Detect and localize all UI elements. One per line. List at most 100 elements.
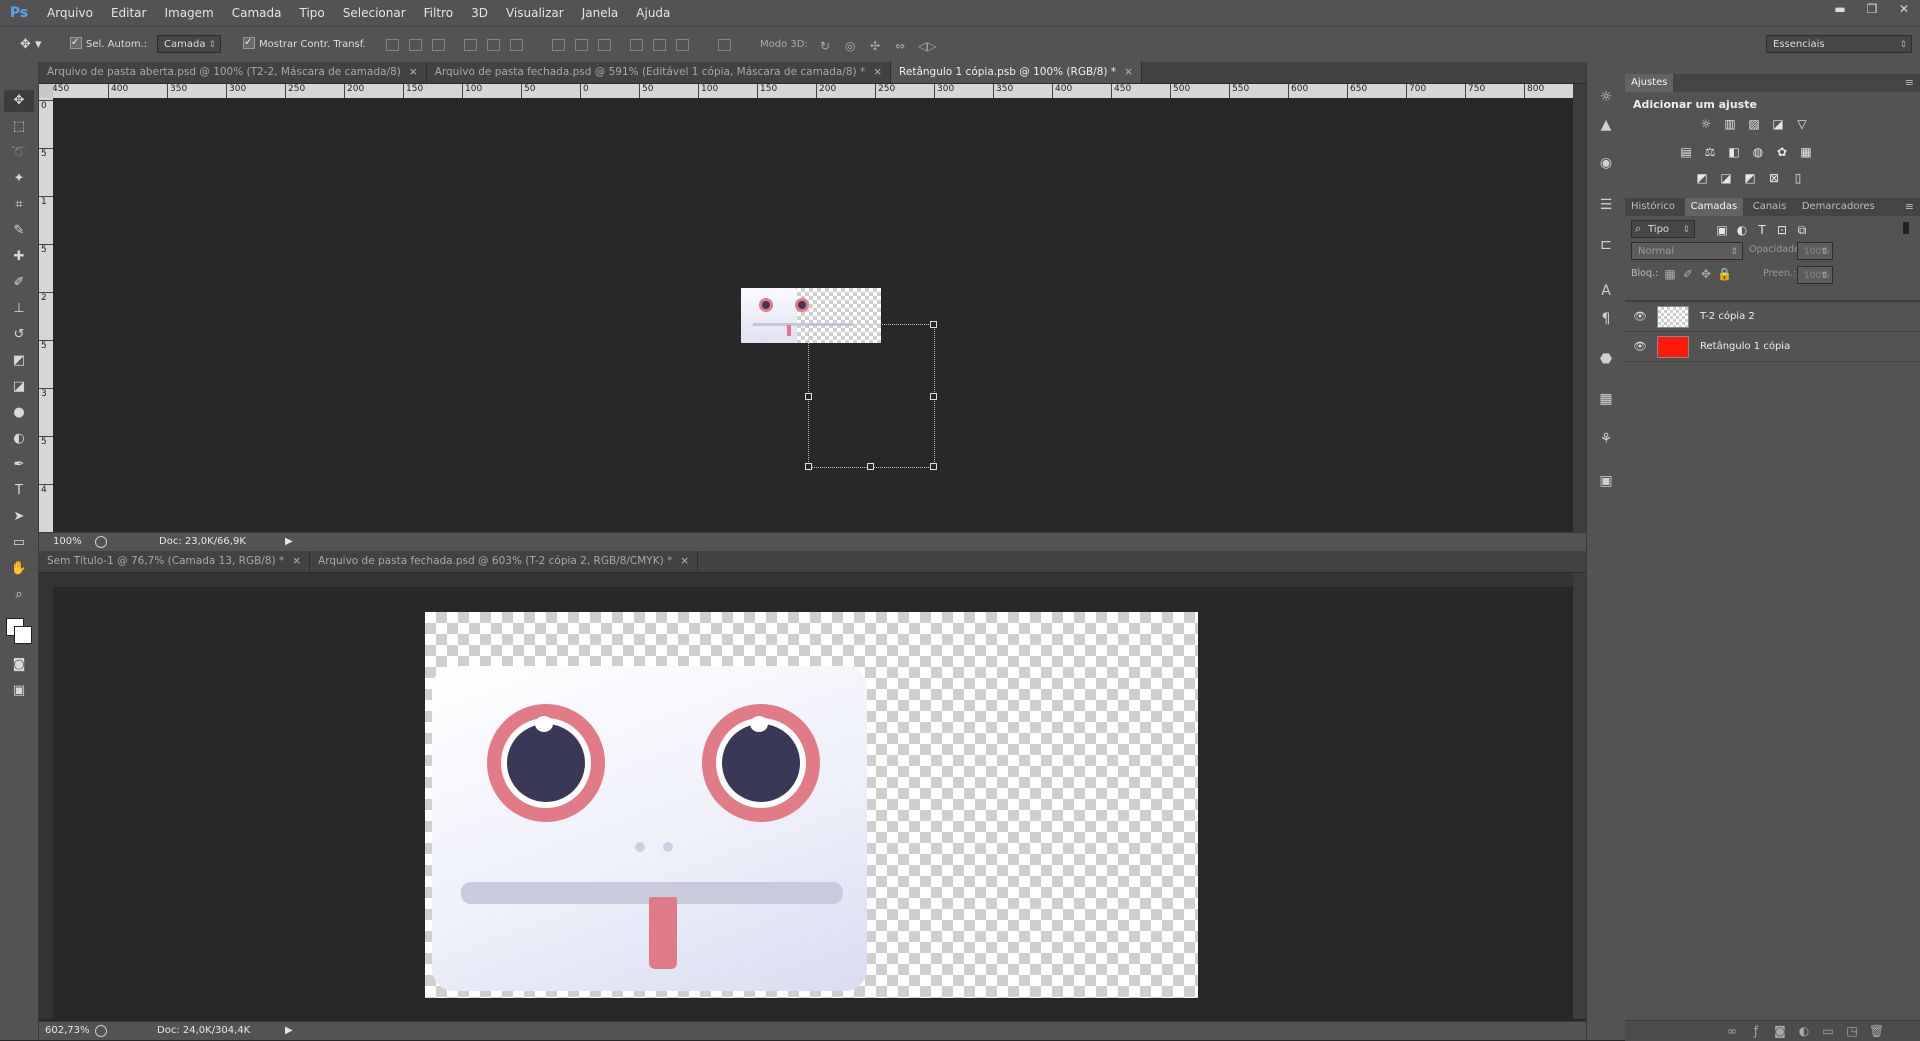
eraser-tool-icon[interactable]: ◩ [4, 350, 34, 372]
align-top-icon[interactable] [386, 39, 399, 51]
tab-doc-sem-titulo[interactable]: Sem Título-1 @ 76,7% (Camada 13, RGB/8) … [39, 551, 311, 572]
distribute-vcenter-icon[interactable] [575, 39, 588, 51]
timeline-panel-icon[interactable]: ▦ [1595, 388, 1617, 410]
tab-camadas[interactable]: Camadas [1684, 198, 1744, 216]
crop-tool-icon[interactable]: ⌗ [4, 194, 34, 216]
zoomed-document-canvas[interactable] [425, 612, 1198, 998]
menu-tipo[interactable]: Tipo [291, 0, 334, 26]
actions-panel-icon[interactable]: ▣ [1595, 470, 1617, 492]
filter-pixel-icon[interactable]: ▣ [1715, 224, 1729, 236]
distribute-right-icon[interactable] [676, 39, 689, 51]
transform-handle[interactable] [930, 393, 937, 400]
menu-arquivo[interactable]: Arquivo [38, 0, 102, 26]
paint-bucket-tool-icon[interactable]: ◪ [4, 376, 34, 398]
vibrance-adjust-icon[interactable]: ▽ [1795, 118, 1809, 130]
align-bottom-icon[interactable] [432, 39, 445, 51]
top-canvas-area[interactable] [53, 98, 1573, 532]
levels-adjust-icon[interactable]: ▥ [1723, 118, 1737, 130]
show-transform-checkbox[interactable]: Mostrar Contr. Transf. [243, 34, 366, 54]
menu-filtro[interactable]: Filtro [415, 0, 462, 26]
bottom-vertical-scrollbar[interactable] [1573, 573, 1586, 1019]
bw-adjust-icon[interactable]: ◧ [1727, 146, 1741, 158]
tab-canais[interactable]: Canais [1747, 198, 1793, 216]
panel-menu-icon[interactable]: ≡ [1905, 76, 1914, 89]
quick-mask-icon[interactable]: ◙ [4, 654, 34, 676]
scale-3d-icon[interactable]: ◁▷ [918, 39, 936, 53]
slide-3d-icon[interactable]: ⇔ [895, 39, 905, 53]
pen-tool-icon[interactable]: ✒ [4, 454, 34, 476]
paragraph-styles-icon[interactable]: ⊏ [1595, 234, 1617, 256]
eyedropper-tool-icon[interactable]: ✎ [4, 220, 34, 242]
shape-tool-icon[interactable]: ▭ [4, 532, 34, 554]
align-hcenter-icon[interactable] [487, 39, 500, 51]
menu-imagem[interactable]: Imagem [155, 0, 222, 26]
channel-mixer-adjust-icon[interactable]: ✿ [1775, 146, 1789, 158]
tab-doc-retangulo[interactable]: Retângulo 1 cópia.psb @ 100% (RGB/8) * × [891, 62, 1142, 83]
move-tool-preset-icon[interactable]: ✥ ▾ [20, 36, 42, 54]
color-lookup-adjust-icon[interactable]: ▦ [1799, 146, 1813, 158]
fill-input[interactable]: 100% [1797, 266, 1833, 285]
distribute-top-icon[interactable] [552, 39, 565, 51]
close-tab-icon[interactable]: × [409, 66, 418, 78]
threshold-adjust-icon[interactable]: ◩ [1743, 172, 1757, 184]
filter-shape-icon[interactable]: ⊡ [1775, 224, 1789, 236]
background-color-swatch[interactable] [14, 626, 32, 644]
visibility-eye-icon[interactable]: 👁 [1633, 310, 1647, 323]
bottom-canvas-area[interactable] [53, 587, 1573, 1019]
screen-mode-icon[interactable]: ▣ [4, 680, 34, 702]
auto-select-checkbox[interactable]: Sel. Autom.: [70, 34, 147, 54]
distribute-bottom-icon[interactable] [598, 39, 611, 51]
layer-name[interactable]: T-2 cópia 2 [1700, 302, 1755, 331]
menu-camada[interactable]: Camada [223, 0, 291, 26]
brightness-adjust-icon[interactable]: ☼ [1699, 118, 1713, 130]
gradient-map-adjust-icon[interactable]: ▯ [1791, 172, 1805, 184]
menu-selecionar[interactable]: Selecionar [334, 0, 415, 26]
rotate-3d-icon[interactable]: ↻ [820, 39, 830, 53]
lock-all-icon[interactable]: 🔒 [1717, 268, 1732, 280]
distribute-left-icon[interactable] [630, 39, 643, 51]
brightness-panel-icon[interactable]: ☼ [1595, 86, 1617, 108]
move-tool-icon[interactable]: ✥ [4, 90, 34, 112]
zoom-level[interactable]: 100% [53, 533, 82, 551]
auto-align-icon[interactable] [718, 39, 731, 51]
status-menu-arrow-icon[interactable]: ▶ [285, 533, 293, 551]
healing-brush-tool-icon[interactable]: ✚ [4, 246, 34, 268]
magic-wand-tool-icon[interactable]: ✦ [4, 168, 34, 190]
zoom-level[interactable]: 602,73% [45, 1022, 90, 1040]
layer-row[interactable]: 👁 Retângulo 1 cópia [1625, 332, 1920, 362]
tab-demarcadores[interactable]: Demarcadores [1796, 198, 1881, 216]
transform-handle[interactable] [930, 463, 937, 470]
filter-toggle[interactable] [1903, 222, 1909, 234]
tab-ajustes[interactable]: Ajustes [1625, 74, 1674, 92]
ruler-origin[interactable] [39, 84, 53, 98]
align-right-icon[interactable] [510, 39, 523, 51]
type-tool-icon[interactable]: T [4, 480, 34, 502]
photo-filter-adjust-icon[interactable]: ◍ [1751, 146, 1765, 158]
exposure-adjust-icon[interactable]: ◪ [1771, 118, 1785, 130]
info-panel-icon[interactable]: ◉ [1595, 152, 1617, 174]
top-vertical-scrollbar[interactable] [1573, 84, 1586, 532]
close-tab-icon[interactable]: × [1124, 66, 1133, 78]
lock-pixels-icon[interactable]: ✐ [1681, 268, 1695, 280]
visibility-eye-icon[interactable]: 👁 [1633, 340, 1647, 353]
histogram-panel-icon[interactable]: ▲ [1595, 114, 1617, 136]
selective-color-adjust-icon[interactable]: ⊠ [1767, 172, 1781, 184]
clone-stamp-tool-icon[interactable]: ⊥ [4, 298, 34, 320]
posterize-adjust-icon[interactable]: ◪ [1719, 172, 1733, 184]
new-group-icon[interactable]: ▭ [1821, 1025, 1835, 1037]
invert-adjust-icon[interactable]: ◩ [1695, 172, 1709, 184]
zoom-tool-icon[interactable]: ⌕ [4, 584, 34, 606]
lock-transparent-icon[interactable]: ▦ [1663, 268, 1677, 280]
distribute-hcenter-icon[interactable] [653, 39, 666, 51]
link-layers-icon[interactable]: ∞ [1725, 1025, 1739, 1037]
opacity-input[interactable]: 100% [1797, 242, 1833, 261]
status-icon[interactable] [95, 1025, 107, 1037]
pan-3d-icon[interactable]: ✣ [870, 39, 880, 53]
brush-presets-icon[interactable]: ⚘ [1595, 428, 1617, 450]
filter-smart-icon[interactable]: ⧉ [1795, 224, 1809, 236]
align-left-icon[interactable] [464, 39, 477, 51]
panel-menu-icon[interactable]: ≡ [1905, 200, 1914, 213]
paragraph-panel-icon[interactable]: ¶ [1595, 308, 1617, 330]
curves-adjust-icon[interactable]: ▨ [1747, 118, 1761, 130]
close-tab-icon[interactable]: × [873, 66, 882, 78]
